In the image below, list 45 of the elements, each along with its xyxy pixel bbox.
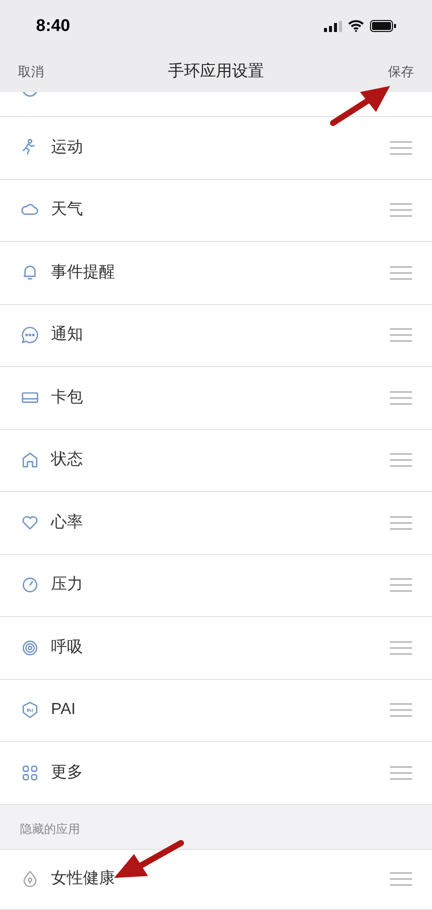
app-label: 运动: [51, 138, 84, 158]
drag-handle-icon[interactable]: [390, 578, 412, 592]
badge-icon: [20, 700, 40, 720]
signal-icon: [324, 20, 342, 32]
app-label: 压力: [51, 574, 84, 596]
app-row[interactable]: 压力: [0, 554, 432, 617]
gauge-icon: [20, 575, 40, 596]
drag-handle-icon[interactable]: [390, 766, 412, 780]
target-icon: [20, 638, 40, 658]
chat-bubble-icon: [20, 325, 40, 346]
app-label: 卡包: [51, 388, 84, 408]
status-time: 8:40: [36, 15, 70, 38]
app-label: 更多: [51, 762, 84, 783]
drag-handle-icon[interactable]: [390, 328, 412, 342]
annotation-arrow: [330, 84, 392, 126]
app-row[interactable]: 女性健康: [0, 850, 432, 910]
app-row[interactable]: 通知: [0, 304, 432, 367]
drag-handle-icon[interactable]: [390, 703, 412, 718]
save-button[interactable]: 保存: [388, 62, 414, 82]
app-label: PAI: [51, 700, 77, 720]
app-label: 心率: [51, 512, 84, 533]
app-row[interactable]: 天气: [0, 180, 432, 242]
battery-icon: [370, 20, 396, 32]
app-label: 呼吸: [51, 638, 84, 658]
app-label: 事件提醒: [51, 262, 116, 283]
drag-handle-icon[interactable]: [390, 640, 412, 655]
app-row[interactable]: PAI: [0, 680, 432, 742]
house-icon: [20, 450, 40, 470]
app-row[interactable]: 状态: [0, 430, 432, 492]
drag-handle-icon[interactable]: [390, 872, 412, 886]
cancel-button[interactable]: 取消: [18, 62, 44, 82]
app-label: 女性健康: [51, 868, 116, 889]
grid-icon: [20, 762, 40, 783]
drag-handle-icon[interactable]: [390, 140, 412, 155]
page-title: 手环应用设置: [168, 62, 264, 82]
drag-handle-icon[interactable]: [390, 453, 412, 468]
drag-handle-icon[interactable]: [390, 266, 412, 280]
drag-handle-icon[interactable]: [390, 390, 412, 405]
app-label: 天气: [51, 200, 84, 220]
drag-handle-icon[interactable]: [390, 516, 412, 530]
drag-handle-icon[interactable]: [390, 203, 412, 218]
section-header: 隐藏的应用: [20, 820, 80, 838]
app-label: 通知: [51, 324, 84, 346]
wifi-icon: [348, 20, 364, 32]
app-label: 状态: [51, 450, 84, 470]
